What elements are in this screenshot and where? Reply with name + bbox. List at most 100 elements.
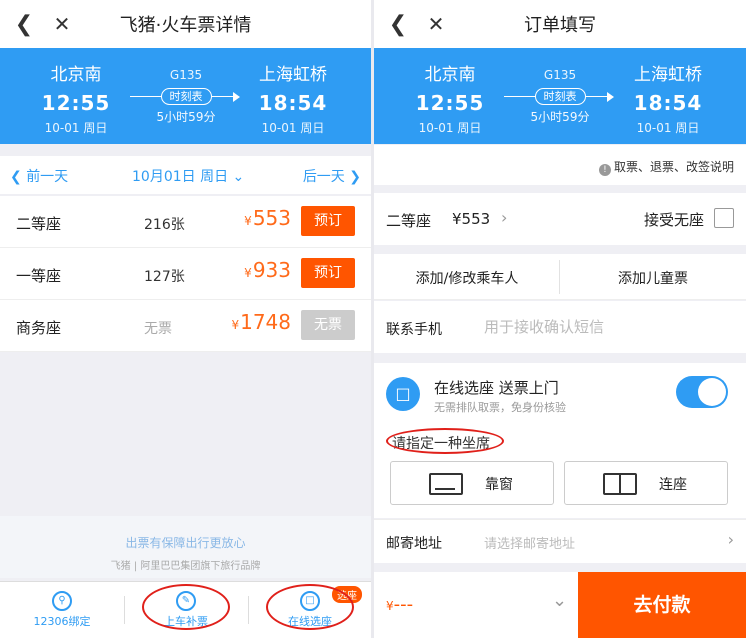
adjacent-seat-option[interactable]: 连座 [564, 461, 728, 505]
tab-divider [248, 596, 249, 624]
tab-label: 上车补票 [164, 615, 208, 628]
departure-station-name: 北京南 [50, 65, 102, 85]
arrival-station-name: 上海虹桥 [259, 65, 327, 85]
departure-station: 北京南 12:55 10-01 周日 [390, 60, 510, 136]
bottom-tab-bar: ⚲ 12306绑定 ✎ 上车补票 □ 在线选座 选座 [0, 581, 371, 638]
train-info-banner: 北京南 12:55 10-01 周日 G135 时刻表 5小时59分 上海虹桥 … [0, 48, 371, 144]
selected-seat-price: ¥553 [452, 210, 491, 228]
add-edit-passenger-button[interactable]: 添加/修改乘车人 [374, 268, 560, 288]
policy-notice-bar: ! 取票、退票、改签说明 [374, 145, 746, 185]
route-arrow: 时刻表 [504, 88, 616, 106]
arrival-station: 上海虹桥 18:54 10-01 周日 [608, 60, 728, 136]
train-middle: G135 时刻表 5小时59分 [126, 68, 246, 125]
seat-price: ¥933 [244, 258, 291, 282]
tab-online-seat[interactable]: □ 在线选座 选座 [250, 582, 370, 638]
train-info-banner: 北京南 12:55 10-01 周日 G135 时刻表 5小时59分 上海虹桥 … [374, 48, 746, 144]
option-label: 连座 [659, 477, 687, 493]
tab-label: 12306绑定 [33, 615, 91, 628]
option-label: 靠窗 [485, 477, 513, 493]
seat-class-list: 二等座 216张 ¥553 预订 一等座 127张 ¥933 预订 商务座 无票… [0, 196, 371, 352]
link-icon: ⚲ [52, 591, 72, 611]
contact-phone-label: 联系手机 [386, 322, 442, 338]
arrival-station-name: 上海虹桥 [634, 65, 702, 85]
seat-row-business-class: 商务座 无票 ¥1748 无票 [0, 300, 371, 352]
departure-time: 12:55 [415, 91, 485, 115]
book-button[interactable]: 预订 [301, 258, 355, 288]
online-seat-title: 在线选座 送票上门 [434, 379, 559, 397]
date-switcher: ❮ 前一天 10月01日 周日 ⌄ 后一天 ❯ [0, 156, 371, 194]
book-button[interactable]: 预订 [301, 206, 355, 236]
sold-out-button: 无票 [301, 310, 355, 340]
departure-date: 10-01 周日 [44, 121, 108, 135]
order-total: ¥--- [386, 594, 414, 615]
selected-seat-class: 二等座 [386, 212, 432, 230]
guarantee-banner: 出票有保障出行更放心 飞猪 | 阿里巴巴集团旗下旅行品牌 [0, 516, 371, 578]
close-icon[interactable]: ✕ [50, 10, 74, 38]
passenger-actions: 添加/修改乘车人 添加儿童票 [374, 254, 746, 300]
chevron-down-icon[interactable]: ⌄ [552, 590, 567, 611]
mailing-address-value: 请选择邮寄地址 [484, 537, 576, 552]
seat-price: ¥553 [244, 206, 291, 230]
mailing-address-row[interactable]: 邮寄地址 请选择邮寄地址 › [374, 519, 746, 563]
back-icon[interactable]: ❮ [12, 10, 36, 38]
route-arrow: 时刻表 [130, 88, 242, 106]
departure-station-name: 北京南 [424, 65, 476, 85]
header-bar: ❮ ✕ 订单填写 [374, 0, 746, 48]
arrival-time: 18:54 [633, 91, 703, 115]
seat-remaining: 无票 [144, 321, 172, 337]
info-icon: ! [598, 164, 611, 176]
add-child-ticket-button[interactable]: 添加儿童票 [560, 268, 746, 288]
header-bar: ❮ ✕ 飞猪·火车票详情 [0, 0, 371, 48]
current-date-selector[interactable]: 10月01日 周日 ⌄ [132, 166, 244, 186]
seat-price: ¥1748 [231, 310, 291, 334]
seat-selection-row[interactable]: 二等座 ¥553 › 接受无座 [374, 193, 746, 245]
accept-no-seat-checkbox[interactable] [714, 208, 734, 228]
schedule-button[interactable]: 时刻表 [534, 88, 586, 105]
online-seat-toggle[interactable] [676, 376, 728, 408]
policy-link[interactable]: ! 取票、退票、改签说明 [598, 158, 734, 176]
trip-duration: 5小时59分 [156, 110, 216, 124]
tab-label: 在线选座 [288, 615, 332, 628]
departure-time: 12:55 [41, 91, 111, 115]
seat-icon: □ [300, 591, 320, 611]
tab-12306-bind[interactable]: ⚲ 12306绑定 [2, 582, 122, 638]
departure-station: 北京南 12:55 10-01 周日 [16, 60, 136, 136]
chevron-right-icon: › [501, 208, 508, 227]
contact-phone-input[interactable] [484, 313, 724, 341]
page-title: 订单填写 [524, 15, 596, 36]
mailing-address-label: 邮寄地址 [386, 536, 442, 552]
seat-class-name: 一等座 [16, 267, 62, 285]
seat-class-name: 商务座 [16, 319, 62, 337]
seat-remaining: 216张 [144, 217, 185, 233]
online-seat-section: □ 在线选座 送票上门 无需排队取票，免身份核验 请指定一种坐席 靠窗 连座 [374, 363, 746, 518]
ticket-icon: ✎ [176, 591, 196, 611]
chevron-right-icon: › [727, 530, 734, 549]
schedule-button[interactable]: 时刻表 [160, 88, 212, 105]
prev-day-button[interactable]: ❮ 前一天 [10, 166, 68, 186]
seat-remaining: 127张 [144, 269, 185, 285]
train-middle: G135 时刻表 5小时59分 [500, 68, 620, 125]
online-seat-subtitle: 无需排队取票，免身份核验 [434, 401, 566, 414]
toggle-knob [698, 378, 726, 406]
pay-button[interactable]: 去付款 [578, 572, 746, 638]
back-icon[interactable]: ❮ [386, 10, 410, 38]
arrival-date: 10-01 周日 [636, 121, 700, 135]
page-title: 飞猪·火车票详情 [119, 15, 252, 36]
next-day-button[interactable]: 后一天 ❯ [303, 166, 361, 186]
window-seat-icon [429, 473, 463, 495]
window-seat-option[interactable]: 靠窗 [390, 461, 554, 505]
tab-divider [124, 596, 125, 624]
seat-row-first-class: 一等座 127张 ¥933 预订 [0, 248, 371, 300]
guarantee-slogan: 出票有保障出行更放心 [125, 536, 246, 550]
train-code: G135 [169, 68, 203, 82]
payment-bar: ¥--- ⌄ 去付款 [374, 572, 746, 638]
arrival-station: 上海虹桥 18:54 10-01 周日 [233, 60, 353, 136]
arrival-time: 18:54 [258, 91, 328, 115]
close-icon[interactable]: ✕ [424, 10, 448, 38]
brand-tagline: 飞猪 | 阿里巴巴集团旗下旅行品牌 [110, 561, 261, 572]
accept-no-seat-label: 接受无座 [643, 211, 704, 229]
tab-onboard-ticket[interactable]: ✎ 上车补票 [126, 582, 246, 638]
arrival-date: 10-01 周日 [261, 121, 325, 135]
seat-row-second-class: 二等座 216张 ¥553 预订 [0, 196, 371, 248]
train-code: G135 [543, 68, 577, 82]
